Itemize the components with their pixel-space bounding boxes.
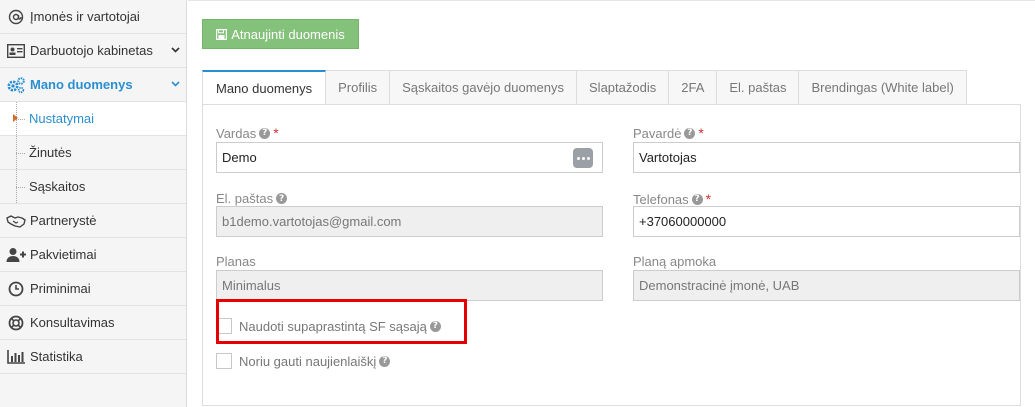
handshake-icon	[5, 211, 27, 231]
sidebar-subitem-invoices[interactable]: Sąskaitos	[0, 170, 186, 204]
plan-payer-input[interactable]	[633, 270, 1020, 301]
sidebar-item-invitations[interactable]: Pakvietimai	[0, 238, 186, 272]
update-data-label: Atnaujinti duomenis	[231, 26, 345, 42]
life-ring-icon	[5, 313, 27, 333]
plan-payer-label: Planą apmoka	[633, 254, 716, 269]
sidebar-item-label: Priminimai	[30, 281, 91, 296]
sidebar-item-label: Pakvietimai	[30, 247, 97, 262]
plan-label-text: Planas	[216, 254, 256, 269]
chevron-down-icon	[170, 79, 180, 89]
simplified-invoice-row: Naudoti supaprastintą SF sąsają ?	[216, 318, 441, 334]
more-options-icon[interactable]	[573, 148, 593, 168]
tab-bar: Mano duomenys Profilis Sąskaitos gavėjo …	[202, 70, 967, 105]
sidebar-item-label: Statistika	[30, 349, 83, 364]
caret-right-icon	[13, 114, 18, 122]
tab-profile[interactable]: Profilis	[326, 70, 391, 105]
last-name-label: Pavardė ? *	[633, 125, 704, 141]
clock-icon	[5, 279, 27, 299]
email-label: El. paštas ?	[216, 191, 288, 206]
sidebar-item-employee-cabinet[interactable]: Darbuotojo kabinetas	[0, 34, 186, 68]
required-mark: *	[705, 191, 712, 207]
plan-label: Planas	[216, 254, 256, 269]
floppy-disk-icon	[216, 28, 228, 40]
sidebar: Įmonės ir vartotojai Darbuotojo kabineta…	[0, 0, 187, 407]
sidebar-subitem-label: Nustatymai	[29, 111, 95, 126]
sidebar-item-statistics[interactable]: Statistika	[0, 340, 186, 374]
sidebar-subitem-label: Žinutės	[29, 145, 72, 160]
phone-label: Telefonas ? *	[633, 191, 711, 207]
first-name-label: Vardas ? *	[216, 125, 279, 141]
phone-label-text: Telefonas	[633, 191, 689, 207]
plan-payer-label-text: Planą apmoka	[633, 254, 717, 269]
help-icon[interactable]: ?	[379, 355, 391, 367]
simplified-invoice-label: Naudoti supaprastintą SF sąsają	[239, 318, 427, 334]
first-name-input[interactable]	[216, 142, 603, 173]
update-data-button[interactable]: Atnaujinti duomenis	[202, 19, 359, 49]
required-mark: *	[698, 125, 704, 141]
main-content: Atnaujinti duomenis Mano duomenys Profil…	[188, 0, 1035, 407]
tab-my-data[interactable]: Mano duomenys	[202, 70, 327, 105]
sidebar-subitem-settings[interactable]: Nustatymai	[0, 102, 186, 136]
required-mark: *	[273, 125, 279, 141]
sidebar-item-label: Darbuotojo kabinetas	[30, 43, 153, 58]
sidebar-item-label: Įmonės ir vartotojai	[30, 9, 140, 24]
tab-branding[interactable]: Brendingas (White label)	[799, 70, 967, 105]
simplified-invoice-checkbox[interactable]	[216, 318, 232, 334]
sidebar-item-partnership[interactable]: Partnerystė	[0, 204, 186, 238]
sidebar-subitem-messages[interactable]: Žinutės	[0, 136, 186, 170]
newsletter-label: Noriu gauti naujienlaiškį	[239, 353, 377, 369]
form-panel: Vardas ? * Pavardė ? * El. paštas ? Tele…	[202, 104, 1021, 406]
newsletter-checkbox[interactable]	[216, 353, 232, 369]
newsletter-row: Noriu gauti naujienlaiškį ?	[216, 353, 391, 369]
phone-input[interactable]	[633, 206, 1020, 237]
email-input[interactable]	[216, 206, 603, 237]
help-icon[interactable]: ?	[276, 193, 288, 204]
sidebar-item-my-data[interactable]: Mano duomenys	[0, 68, 186, 102]
help-icon[interactable]: ?	[691, 193, 703, 205]
sidebar-item-label: Konsultavimas	[30, 315, 115, 330]
sidebar-item-label: Mano duomenys	[30, 77, 133, 92]
id-card-icon	[5, 41, 27, 61]
bar-chart-icon	[5, 347, 27, 367]
plan-input[interactable]	[216, 270, 603, 301]
at-sign-icon	[5, 7, 27, 27]
sidebar-subitem-label: Sąskaitos	[29, 179, 86, 194]
gears-icon	[5, 75, 27, 95]
user-plus-icon	[5, 245, 27, 265]
first-name-label-text: Vardas	[216, 125, 257, 141]
help-icon[interactable]: ?	[429, 320, 441, 332]
chevron-down-icon	[170, 45, 180, 55]
last-name-input[interactable]	[633, 142, 1020, 173]
tab-invoice-recipient[interactable]: Sąskaitos gavėjo duomenys	[390, 70, 578, 105]
sidebar-item-reminders[interactable]: Priminimai	[0, 272, 186, 306]
tab-password[interactable]: Slaptažodis	[577, 70, 670, 105]
tab-2fa[interactable]: 2FA	[669, 70, 718, 105]
last-name-label-text: Pavardė	[633, 125, 682, 141]
help-icon[interactable]: ?	[259, 127, 271, 139]
sidebar-item-consulting[interactable]: Konsultavimas	[0, 306, 186, 340]
help-icon[interactable]: ?	[684, 127, 696, 139]
tab-email[interactable]: El. paštas	[717, 70, 800, 105]
sidebar-item-label: Partnerystė	[30, 213, 97, 228]
sidebar-item-companies-users[interactable]: Įmonės ir vartotojai	[0, 0, 186, 34]
email-label-text: El. paštas	[216, 191, 274, 206]
